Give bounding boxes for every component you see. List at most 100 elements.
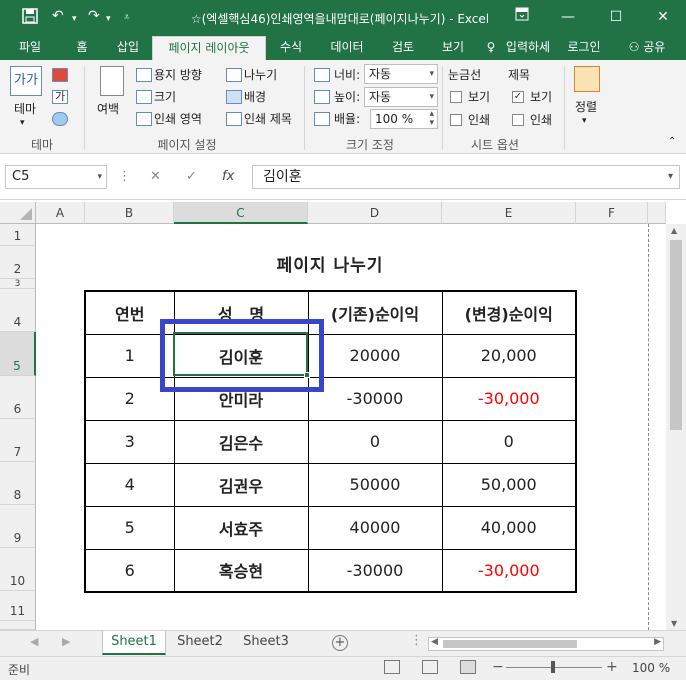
cell-old-profit[interactable]: -30000	[307, 548, 443, 593]
zoom-slider-thumb[interactable]	[551, 661, 555, 673]
fonts-icon[interactable]: 가	[52, 90, 68, 104]
column-header-c[interactable]: C	[174, 202, 308, 224]
tab-split-handle[interactable]: ⋮	[410, 633, 423, 648]
themes-dropdown-icon[interactable]: ▾	[20, 118, 25, 128]
headings-print-checkbox[interactable]	[512, 114, 524, 126]
maximize-button[interactable]: ☐	[596, 6, 636, 28]
redo-dropdown-icon[interactable]: ▾	[106, 14, 111, 24]
next-sheet-icon[interactable]: ▶	[62, 635, 70, 648]
undo-icon[interactable]: ↶	[52, 8, 64, 24]
arrange-button[interactable]: 정렬	[575, 98, 597, 115]
scroll-down-icon[interactable]: ▼	[671, 619, 677, 628]
sign-in-link[interactable]: 로그인	[560, 36, 608, 60]
colors-icon[interactable]	[52, 68, 68, 82]
cell-old-profit[interactable]: 20000	[307, 333, 443, 378]
formula-input[interactable]: 김이훈 ▾	[252, 165, 680, 189]
tell-me-input[interactable]: 입력하세	[500, 36, 556, 60]
tab-review[interactable]: 검토	[382, 36, 424, 60]
redo-icon[interactable]: ↷	[88, 8, 100, 24]
name-box[interactable]: C5 ▾	[5, 165, 107, 189]
page-layout-view-icon[interactable]	[422, 660, 438, 674]
cancel-icon[interactable]: ✕	[150, 169, 161, 184]
cell-old-profit[interactable]: 0	[307, 419, 443, 464]
row-header-7[interactable]: 7	[0, 419, 36, 462]
gridlines-print-checkbox[interactable]	[450, 114, 462, 126]
orientation-button[interactable]: 용지 방향	[154, 66, 202, 83]
cell-old-profit[interactable]: 50000	[307, 462, 443, 507]
scroll-right-icon[interactable]: ▶	[654, 637, 661, 647]
tab-data[interactable]: 데이터	[322, 36, 372, 60]
cell-name[interactable]: 김권우	[173, 462, 309, 507]
row-header-11[interactable]: 11	[0, 591, 36, 621]
tab-page-layout[interactable]: 페이지 레이아웃	[152, 36, 266, 60]
scroll-left-icon[interactable]: ◀	[431, 637, 438, 647]
scroll-up-icon[interactable]: ▲	[671, 226, 677, 235]
save-icon[interactable]	[22, 8, 38, 28]
prev-sheet-icon[interactable]: ◀	[30, 635, 38, 648]
minimize-button[interactable]: —	[548, 6, 588, 28]
horizontal-scrollbar[interactable]: ◀ ▶	[428, 637, 664, 651]
select-all-corner[interactable]	[0, 202, 36, 224]
add-sheet-button[interactable]: +	[332, 635, 348, 651]
gridlines-view-checkbox[interactable]	[450, 91, 462, 103]
undo-dropdown-icon[interactable]: ▾	[72, 14, 77, 24]
collapse-ribbon-icon[interactable]: ⌃	[668, 136, 676, 147]
row-header-9[interactable]: 9	[0, 505, 36, 548]
height-select[interactable]: 자동 ▾	[364, 87, 438, 107]
row-header-2[interactable]: 2	[0, 246, 36, 279]
row-header-partial[interactable]	[0, 621, 36, 630]
tab-file[interactable]: 파일	[10, 36, 50, 60]
row-header-5[interactable]: 5	[0, 332, 36, 376]
row-header-3[interactable]: 3	[0, 279, 36, 289]
cell-no[interactable]: 4	[84, 462, 175, 507]
enter-icon[interactable]: ✓	[186, 169, 197, 184]
page-break-preview-icon[interactable]	[460, 660, 476, 674]
zoom-level[interactable]: 100 %	[632, 661, 670, 675]
background-button[interactable]: 배경	[244, 88, 266, 105]
tab-home[interactable]: 홈	[64, 36, 100, 60]
expand-formula-icon[interactable]: ▾	[668, 166, 673, 188]
themes-button[interactable]: 테마	[14, 100, 36, 117]
header-old-profit[interactable]: (기존)순이익	[307, 290, 443, 335]
print-titles-button[interactable]: 인쇄 제목	[244, 110, 292, 127]
print-area-button[interactable]: 인쇄 영역	[154, 110, 202, 127]
cell-no[interactable]: 6	[84, 548, 175, 593]
share-button[interactable]: ⚇ 공유	[612, 36, 682, 60]
insert-function-icon[interactable]: fx	[222, 169, 234, 184]
normal-view-icon[interactable]	[384, 660, 400, 674]
width-select[interactable]: 자동 ▾	[364, 64, 438, 84]
row-header-8[interactable]: 8	[0, 462, 36, 505]
cell-name[interactable]: 김은수	[173, 419, 309, 464]
row-header-6[interactable]: 6	[0, 376, 36, 419]
sheet-tab-sheet2[interactable]: Sheet2	[168, 631, 232, 655]
horizontal-scroll-thumb[interactable]	[443, 640, 577, 648]
effects-icon[interactable]	[52, 112, 68, 126]
close-button[interactable]: ✕	[643, 6, 683, 28]
cell-new-profit[interactable]: 50,000	[441, 462, 577, 507]
column-header-b[interactable]: B	[85, 202, 174, 224]
arrange-dropdown-icon[interactable]: ▾	[582, 116, 587, 126]
column-header-partial[interactable]	[648, 202, 666, 224]
row-header-10[interactable]: 10	[0, 548, 36, 591]
cell-new-profit[interactable]: -30,000	[441, 548, 577, 593]
sheet-tab-sheet1[interactable]: Sheet1	[102, 631, 166, 655]
zoom-out-icon[interactable]: −	[492, 659, 504, 675]
margins-button[interactable]: 여백	[97, 100, 119, 117]
cell-name[interactable]: 서효주	[173, 505, 309, 550]
scale-spinner[interactable]: 100 % ▴ ▾	[370, 109, 438, 129]
cell-old-profit[interactable]: 40000	[307, 505, 443, 550]
tab-formulas[interactable]: 수식	[270, 36, 312, 60]
vertical-scrollbar[interactable]: ▲ ▼	[666, 224, 686, 630]
cell-new-profit[interactable]: 40,000	[441, 505, 577, 550]
column-header-e[interactable]: E	[442, 202, 576, 224]
row-header-1[interactable]: 1	[0, 224, 36, 246]
lightbulb-icon[interactable]: ♀	[484, 36, 498, 60]
vertical-scroll-thumb[interactable]	[670, 240, 682, 430]
breaks-button[interactable]: 나누기	[244, 66, 277, 83]
sheet-tab-sheet3[interactable]: Sheet3	[234, 631, 298, 655]
size-button[interactable]: 크기	[154, 88, 176, 105]
cell-name[interactable]: 혹승현	[173, 548, 309, 593]
ribbon-display-icon[interactable]	[502, 6, 542, 28]
cell-no[interactable]: 3	[84, 419, 175, 464]
column-header-f[interactable]: F	[576, 202, 648, 224]
